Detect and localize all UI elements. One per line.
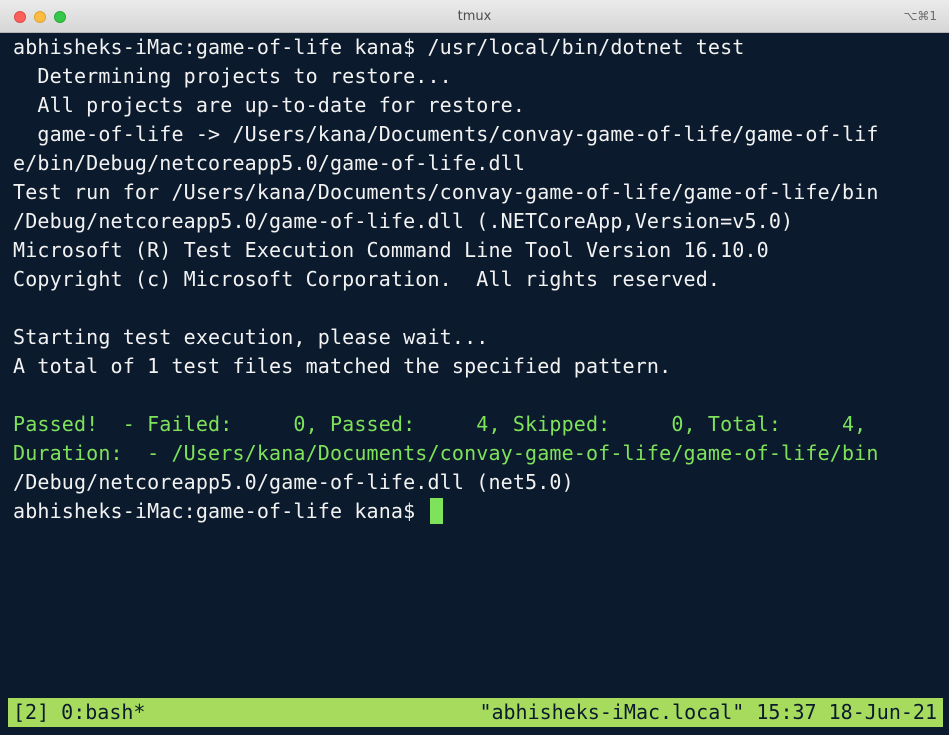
- window-shortcut-label: ⌥⌘1: [903, 9, 937, 23]
- test-summary-line: Passed! - Failed: 0, Passed: 4, Skipped:…: [13, 412, 867, 436]
- tmux-window-list[interactable]: [2] 0:bash*: [13, 698, 145, 727]
- prompt-line[interactable]: abhisheks-iMac:game-of-life kana$: [13, 497, 943, 526]
- terminal-output[interactable]: abhisheks-iMac:game-of-life kana$ /usr/l…: [13, 33, 943, 693]
- terminal-line: All projects are up-to-date for restore.: [13, 93, 526, 117]
- terminal-line: abhisheks-iMac:game-of-life kana$ /usr/l…: [13, 35, 745, 59]
- terminal-line: e/bin/Debug/netcoreapp5.0/game-of-life.d…: [13, 151, 526, 175]
- terminal-line: Starting test execution, please wait...: [13, 325, 489, 349]
- terminal-line: Determining projects to restore...: [13, 64, 452, 88]
- terminal-cursor: [429, 498, 443, 524]
- terminal-line: Copyright (c) Microsoft Corporation. All…: [13, 267, 721, 291]
- tmux-host-clock: "abhisheks-iMac.local" 15:37 18-Jun-21: [479, 700, 937, 724]
- terminal-line: /Debug/netcoreapp5.0/game-of-life.dll (.…: [13, 209, 794, 233]
- terminal-line: Microsoft (R) Test Execution Command Lin…: [13, 238, 769, 262]
- terminal-window: tmux ⌥⌘1 abhisheks-iMac:game-of-life kan…: [0, 0, 949, 735]
- terminal-line: Test run for /Users/kana/Documents/conva…: [13, 180, 879, 204]
- terminal-line: /Debug/netcoreapp5.0/game-of-life.dll (n…: [13, 470, 574, 494]
- window-title: tmux: [457, 9, 492, 24]
- title-bar[interactable]: tmux ⌥⌘1: [0, 0, 949, 33]
- tmux-status-bar: [2] 0:bash* "abhisheks-iMac.local" 15:37…: [8, 698, 943, 727]
- terminal-line: A total of 1 test files matched the spec…: [13, 354, 672, 378]
- shell-prompt: abhisheks-iMac:game-of-life kana$: [13, 499, 428, 523]
- test-duration-line: Duration: - /Users/kana/Documents/convay…: [13, 441, 879, 465]
- terminal-line: game-of-life -> /Users/kana/Documents/co…: [13, 122, 879, 146]
